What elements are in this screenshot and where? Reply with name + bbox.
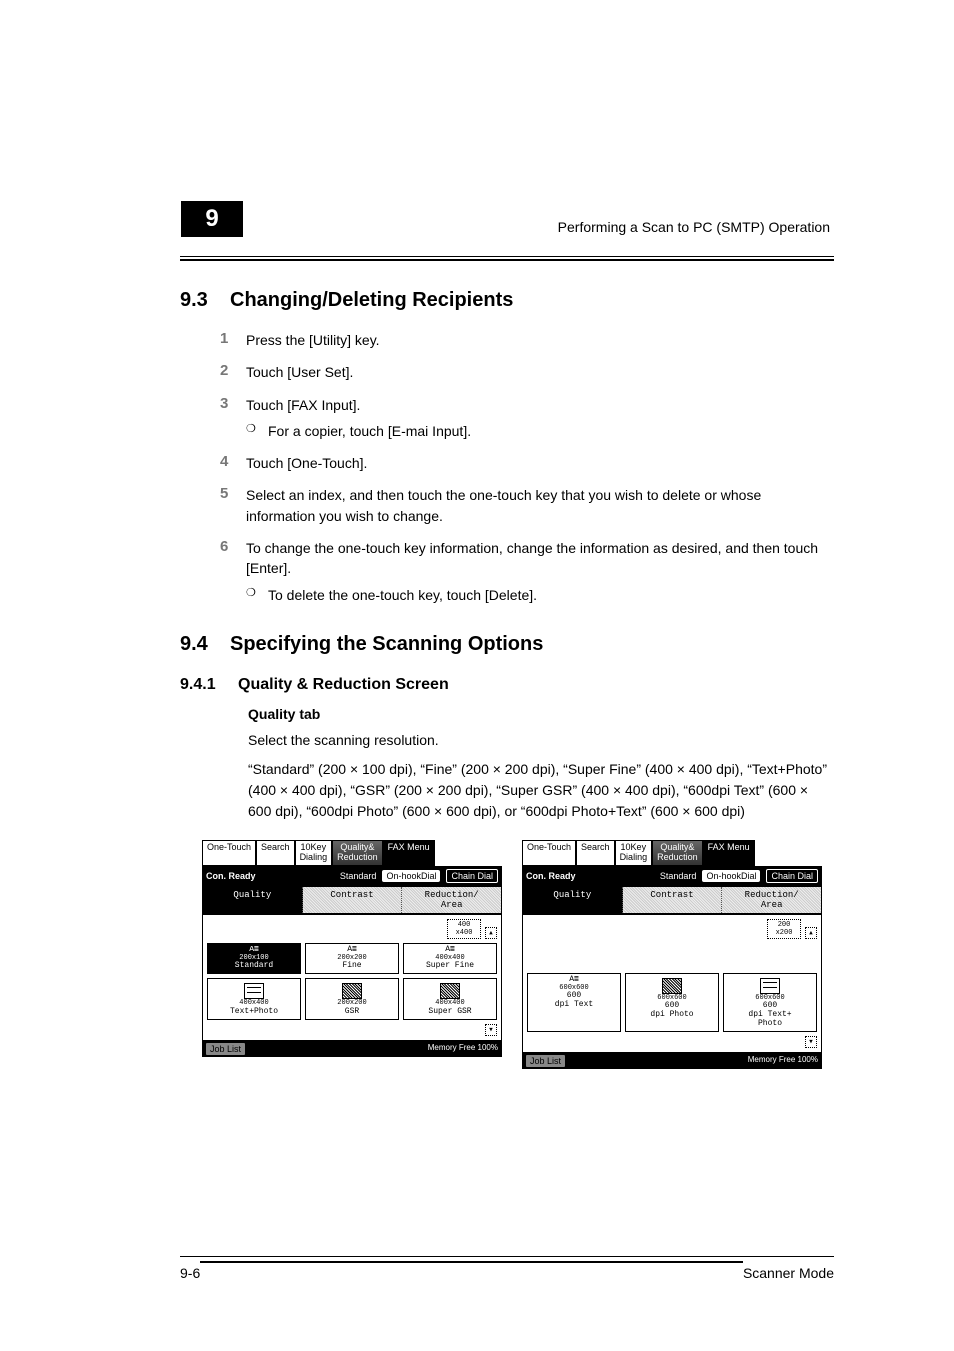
resolutions-paragraph: “Standard” (200 × 100 dpi), “Fine” (200 … (248, 759, 834, 822)
photo-text-icon (760, 978, 780, 994)
subtab-reduction-area[interactable]: Reduction/ Area (722, 887, 821, 913)
bullet-icon: ❍ (246, 585, 268, 605)
scroll-down-icon[interactable]: ▾ (805, 1036, 817, 1048)
step-number: 1 (220, 330, 246, 350)
step-text: To change the one-touch key information,… (246, 538, 834, 605)
sub-step-text: To delete the one-touch key, touch [Dele… (268, 585, 537, 605)
on-hook-dial-button[interactable]: On-hookDial (702, 870, 760, 882)
subtab-quality[interactable]: Quality (203, 887, 303, 913)
step-number: 6 (220, 538, 246, 605)
running-head: Performing a Scan to PC (SMTP) Operation (244, 200, 834, 238)
subtab-contrast[interactable]: Contrast (623, 887, 723, 913)
tab-quality-reduction[interactable]: Quality& Reduction (652, 840, 703, 866)
doc-icon: A≣ (347, 945, 357, 954)
quality-gsr-button[interactable]: 200x200GSR (305, 978, 399, 1019)
quality-600-text-button[interactable]: A≣600x600600 dpi Text (527, 973, 621, 1032)
tab-one-touch[interactable]: One-Touch (202, 840, 256, 866)
photo-icon (342, 983, 362, 999)
quality-tab-heading: Quality tab (248, 706, 834, 722)
ratio-indicator: 200 x200 (767, 919, 801, 939)
quality-standard-button[interactable]: A≣200x100Standard (207, 943, 301, 974)
doc-icon: A≣ (569, 975, 579, 984)
lcd-screen-page2: One-Touch Search 10Key Dialing Quality& … (522, 840, 822, 1069)
step-text: Select an index, and then touch the one-… (246, 485, 834, 526)
step-text: Touch [User Set]. (246, 362, 353, 382)
tab-fax-menu[interactable]: FAX Menu (383, 840, 435, 866)
step-text: Touch [FAX Input]. ❍For a copier, touch … (246, 395, 471, 442)
tab-fax-menu[interactable]: FAX Menu (703, 840, 755, 866)
status-mode: Standard (340, 871, 377, 881)
doc-icon: A≣ (249, 945, 259, 954)
step-number: 5 (220, 485, 246, 526)
scroll-up-icon[interactable]: ▴ (805, 927, 817, 939)
tab-search[interactable]: Search (576, 840, 615, 866)
ratio-indicator: 400 x400 (447, 919, 481, 939)
scroll-up-icon[interactable]: ▴ (485, 927, 497, 939)
chapter-number: 9 (181, 201, 243, 237)
photo-text-icon (244, 983, 264, 999)
section-9-3-title: 9.3Changing/Deleting Recipients (180, 289, 834, 312)
quality-fine-button[interactable]: A≣200x200Fine (305, 943, 399, 974)
memory-status: Memory Free 100% (428, 1043, 498, 1055)
status-ready: Con. Ready (206, 871, 256, 881)
quality-super-fine-button[interactable]: A≣400x400Super Fine (403, 943, 497, 974)
subtab-contrast[interactable]: Contrast (303, 887, 403, 913)
lcd-screenshots: One-Touch Search 10Key Dialing Quality& … (202, 840, 834, 1069)
quality-super-gsr-button[interactable]: 400x400Super GSR (403, 978, 497, 1019)
photo-icon (662, 978, 682, 994)
quality-600-photo-button[interactable]: 600x600600 dpi Photo (625, 973, 719, 1032)
page-footer: 9-6 Scanner Mode (180, 1256, 834, 1281)
step-number: 2 (220, 362, 246, 382)
tab-one-touch[interactable]: One-Touch (522, 840, 576, 866)
section-9-4-title: 9.4Specifying the Scanning Options (180, 633, 834, 656)
doc-title: Scanner Mode (743, 1259, 834, 1281)
tab-search[interactable]: Search (256, 840, 295, 866)
intro-paragraph: Select the scanning resolution. (248, 730, 834, 751)
chain-dial-button[interactable]: Chain Dial (766, 869, 818, 883)
scroll-down-icon[interactable]: ▾ (485, 1024, 497, 1036)
step-number: 3 (220, 395, 246, 442)
sub-step-text: For a copier, touch [E-mai Input]. (268, 421, 471, 441)
job-list-button[interactable]: Job List (206, 1043, 245, 1055)
tab-10key-dialing[interactable]: 10Key Dialing (295, 840, 333, 866)
subsection-9-4-1-title: 9.4.1Quality & Reduction Screen (180, 676, 834, 694)
status-mode: Standard (660, 871, 697, 881)
steps-list-9-3: 1Press the [Utility] key. 2Touch [User S… (220, 330, 834, 605)
quality-600-text-photo-button[interactable]: 600x600600 dpi Text+ Photo (723, 973, 817, 1032)
step-number: 4 (220, 453, 246, 473)
photo-icon (440, 983, 460, 999)
on-hook-dial-button[interactable]: On-hookDial (382, 870, 440, 882)
quality-text-photo-button[interactable]: 400x400Text+Photo (207, 978, 301, 1019)
lcd-screen-page1: One-Touch Search 10Key Dialing Quality& … (202, 840, 502, 1069)
tab-quality-reduction[interactable]: Quality& Reduction (332, 840, 383, 866)
subtab-quality[interactable]: Quality (523, 887, 623, 913)
page-number: 9-6 (180, 1259, 200, 1281)
step-text: Press the [Utility] key. (246, 330, 380, 350)
status-ready: Con. Ready (526, 871, 576, 881)
step-text: Touch [One-Touch]. (246, 453, 367, 473)
subtab-reduction-area[interactable]: Reduction/ Area (402, 887, 501, 913)
memory-status: Memory Free 100% (748, 1055, 818, 1067)
tab-10key-dialing[interactable]: 10Key Dialing (615, 840, 653, 866)
chain-dial-button[interactable]: Chain Dial (446, 869, 498, 883)
bullet-icon: ❍ (246, 421, 268, 441)
doc-icon: A≣ (445, 945, 455, 954)
job-list-button[interactable]: Job List (526, 1055, 565, 1067)
page-header: 9 Performing a Scan to PC (SMTP) Operati… (180, 200, 834, 238)
